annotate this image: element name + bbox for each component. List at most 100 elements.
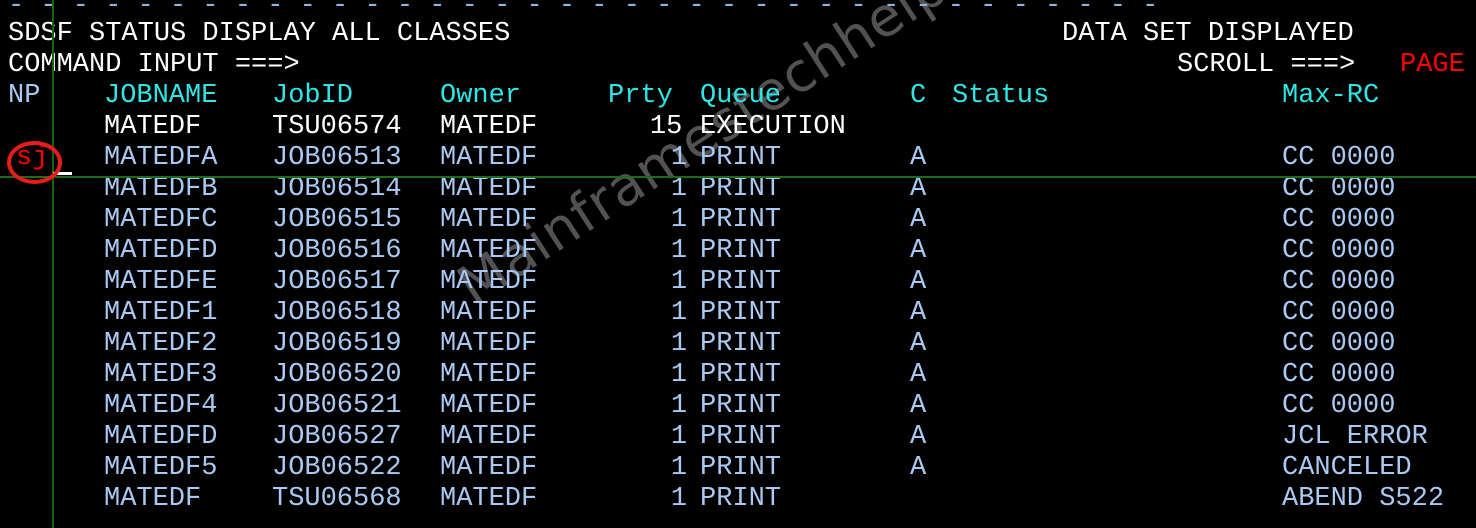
cell-prty: 1 (670, 360, 688, 390)
cell-queue: PRINT (700, 298, 782, 328)
cell-owner: MATEDF (440, 236, 538, 266)
cell-owner: MATEDF (440, 484, 538, 514)
cell-jobname[interactable]: MATEDF3 (104, 360, 217, 391)
cell-jobid[interactable]: JOB06518 (272, 298, 402, 329)
cell-class: A (910, 267, 927, 297)
cell-jobname[interactable]: MATEDF (104, 484, 201, 515)
table-row: MATEDF4 JOB06521 MATEDF 1 PRINT A CC 0000 (0, 391, 1476, 422)
data-set-displayed-status: DATA SET DISPLAYED (1062, 19, 1354, 49)
cell-jobid[interactable]: TSU06574 (272, 112, 402, 143)
cell-maxrc: CC 0000 (1282, 143, 1396, 173)
sdsf-terminal-screen: Mainframestechhelp - - - - - - - - - - -… (0, 0, 1476, 528)
cell-queue: PRINT (700, 174, 782, 204)
title-row: SDSF STATUS DISPLAY ALL CLASSES DATA SET … (0, 19, 1476, 50)
cell-owner: MATEDF (440, 360, 538, 390)
column-header-np: NP (8, 81, 41, 111)
cell-owner: MATEDF (440, 422, 538, 452)
cell-jobname[interactable]: MATEDF (104, 112, 201, 143)
cell-owner: MATEDF (440, 112, 538, 142)
cell-owner: MATEDF (440, 267, 538, 297)
cell-maxrc: CC 0000 (1282, 298, 1396, 328)
cell-jobid[interactable]: JOB06517 (272, 267, 402, 298)
column-header-row: NP JOBNAME JobID Owner Prty Queue C Status Max-R… (0, 81, 1476, 112)
cell-maxrc: CC 0000 (1282, 174, 1396, 204)
cell-maxrc: ABEND S522 (1282, 484, 1445, 514)
cell-jobid[interactable]: JOB06515 (272, 205, 402, 236)
cell-jobname[interactable]: MATEDFC (104, 205, 217, 236)
cell-jobid[interactable]: JOB06513 (272, 143, 402, 174)
table-row: MATEDF1 JOB06518 MATEDF 1 PRINT A CC 0000 (0, 298, 1476, 329)
cell-class: A (910, 453, 927, 483)
cell-class: A (910, 298, 927, 328)
cell-maxrc: CANCELED (1282, 453, 1412, 483)
cell-prty: 1 (670, 298, 688, 328)
cell-jobid[interactable]: JOB06520 (272, 360, 402, 391)
cell-prty: 1 (670, 484, 688, 514)
cell-jobid[interactable]: JOB06527 (272, 422, 402, 453)
table-row: MATEDF5 JOB06522 MATEDF 1 PRINT A CANCELED (0, 453, 1476, 484)
cell-queue: PRINT (700, 360, 782, 390)
cell-jobid[interactable]: JOB06522 (272, 453, 402, 484)
cell-queue: PRINT (700, 391, 782, 421)
scroll-label: SCROLL ===> (1177, 50, 1356, 80)
cell-class: A (910, 236, 927, 266)
table-row: MATEDF TSU06574 MATEDF 15 EXECUTION (0, 112, 1476, 143)
cell-prty: 1 (670, 422, 688, 452)
cell-prty: 1 (670, 391, 688, 421)
cell-jobname[interactable]: MATEDFE (104, 267, 217, 298)
page-title: SDSF STATUS DISPLAY ALL CLASSES (8, 19, 511, 49)
table-row: MATEDFC JOB06515 MATEDF 1 PRINT A CC 0000 (0, 205, 1476, 236)
cell-jobname[interactable]: MATEDF5 (104, 453, 217, 484)
cell-class: A (910, 205, 927, 235)
cell-maxrc: CC 0000 (1282, 236, 1396, 266)
cell-jobname[interactable]: MATEDFD (104, 422, 217, 453)
cell-prty: 1 (670, 329, 688, 359)
column-header-c: C (910, 81, 927, 111)
table-row: MATEDFB JOB06514 MATEDF 1 PRINT A CC 0000 (0, 174, 1476, 205)
cell-jobname[interactable]: MATEDFD (104, 236, 217, 267)
cell-class: A (910, 360, 927, 390)
command-input-field[interactable] (390, 50, 1150, 81)
cell-maxrc: JCL ERROR (1282, 422, 1428, 452)
cell-jobname[interactable]: MATEDF4 (104, 391, 217, 422)
cell-class: A (910, 329, 927, 359)
cell-jobname[interactable]: MATEDF1 (104, 298, 217, 329)
column-header-maxrc: Max-RC (1282, 81, 1380, 111)
cell-prty: 1 (670, 143, 688, 173)
cell-maxrc: CC 0000 (1282, 360, 1396, 390)
cell-jobid[interactable]: TSU06568 (272, 484, 402, 515)
cell-class: A (910, 174, 927, 204)
column-header-owner: Owner (440, 81, 522, 111)
cell-jobname[interactable]: MATEDFB (104, 174, 217, 205)
cell-jobid[interactable]: JOB06516 (272, 236, 402, 267)
vertical-guide-line (52, 0, 54, 528)
cell-jobid[interactable]: JOB06514 (272, 174, 402, 205)
cell-owner: MATEDF (440, 174, 538, 204)
cell-jobname[interactable]: MATEDFA (104, 143, 217, 174)
cell-maxrc: CC 0000 (1282, 205, 1396, 235)
table-row: MATEDF2 JOB06519 MATEDF 1 PRINT A CC 0000 (0, 329, 1476, 360)
cell-queue: PRINT (700, 484, 782, 514)
cell-owner: MATEDF (440, 143, 538, 173)
table-row: MATEDFD JOB06516 MATEDF 1 PRINT A CC 0000 (0, 236, 1476, 267)
cell-prty: 1 (670, 453, 688, 483)
cell-maxrc: CC 0000 (1282, 329, 1396, 359)
table-row: MATEDFD JOB06527 MATEDF 1 PRINT A JCL ERROR (0, 422, 1476, 453)
table-row: sj MATEDFA JOB06513 MATEDF 1 PRINT A CC 0000 (0, 143, 1476, 174)
cell-prty: 1 (670, 205, 688, 235)
cell-class: A (910, 143, 927, 173)
horizontal-guide-line (0, 176, 1476, 178)
cell-owner: MATEDF (440, 329, 538, 359)
cell-class: A (910, 391, 927, 421)
cell-jobid[interactable]: JOB06521 (272, 391, 402, 422)
cell-maxrc: CC 0000 (1282, 391, 1396, 421)
scroll-value[interactable]: PAGE (1400, 50, 1465, 81)
cell-maxrc: CC 0000 (1282, 267, 1396, 297)
cell-queue: PRINT (700, 205, 782, 235)
cell-prty: 1 (670, 174, 688, 204)
cell-prty: 1 (670, 236, 688, 266)
cell-queue: PRINT (700, 329, 782, 359)
cell-jobname[interactable]: MATEDF2 (104, 329, 217, 360)
cell-jobid[interactable]: JOB06519 (272, 329, 402, 360)
cell-queue: PRINT (700, 422, 782, 452)
